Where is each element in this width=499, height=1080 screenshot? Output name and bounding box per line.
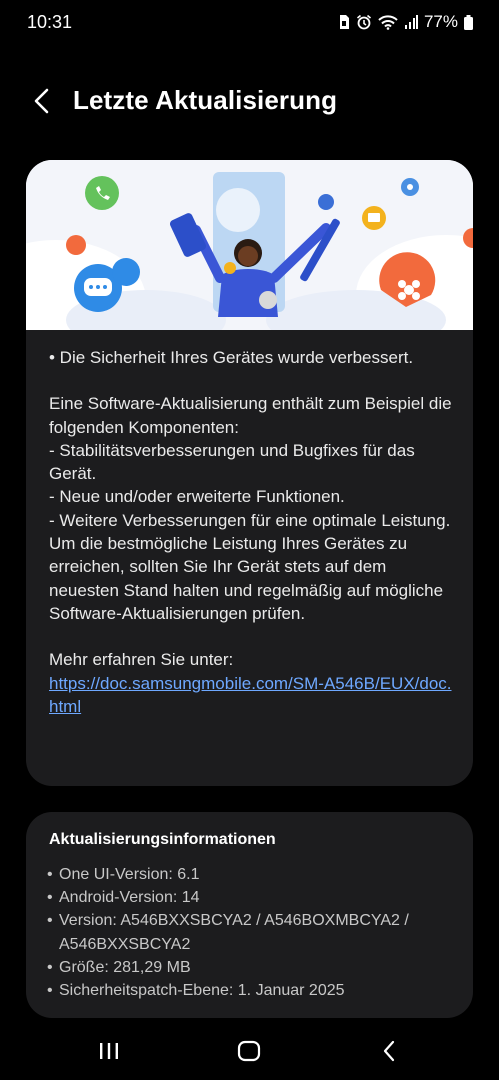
one-ui-version: One UI-Version: 6.1 <box>47 863 457 886</box>
back-arrow-icon <box>34 88 49 114</box>
recommendation-text: Um die bestmögliche Leistung Ihres Gerät… <box>49 534 444 623</box>
status-icons: 77% <box>338 12 473 32</box>
back-icon <box>383 1040 395 1062</box>
build-version: Version: A546BXXSBCYA2 / A546BOXMBCYA2 /… <box>47 909 457 955</box>
home-button[interactable] <box>229 1034 269 1068</box>
update-size: Größe: 281,29 MB <box>47 956 457 979</box>
documentation-link[interactable]: https://doc.samsungmobile.com/SM-A546B/E… <box>49 672 459 719</box>
component-item: - Weitere Verbesserungen für eine optima… <box>49 510 451 530</box>
security-patch-level: Sicherheitspatch-Ebene: 1. Januar 2025 <box>47 979 457 1002</box>
component-item: - Neue und/oder erweiterte Funktionen. <box>49 487 345 507</box>
recents-button[interactable] <box>89 1034 129 1068</box>
nav-back-button[interactable] <box>369 1034 409 1068</box>
status-bar: 10:31 77% <box>0 0 499 46</box>
battery-percent: 77% <box>423 12 458 31</box>
app-bar: Letzte Aktualisierung <box>0 78 499 126</box>
battery-icon <box>464 14 473 30</box>
components-intro: Eine Software-Aktualisierung enthält zum… <box>49 394 452 437</box>
home-icon <box>237 1040 261 1062</box>
release-notes-card: • Die Sicherheit Ihres Gerätes wurde ver… <box>26 160 473 786</box>
android-version: Android-Version: 14 <box>47 886 457 909</box>
back-button[interactable] <box>24 84 58 118</box>
update-info-card: Aktualisierungsinformationen One UI-Vers… <box>26 812 473 1018</box>
status-time: 10:31 <box>27 12 73 32</box>
component-item: - Stabilitätsverbesserungen und Bugfixes… <box>49 440 415 484</box>
recents-icon <box>100 1043 118 1059</box>
page-title: Letzte Aktualisierung <box>73 85 338 115</box>
release-notes-text: • Die Sicherheit Ihres Gerätes wurde ver… <box>49 346 459 718</box>
signal-icon <box>404 15 418 29</box>
update-info-list: One UI-Version: 6.1 Android-Version: 14 … <box>47 863 457 1002</box>
security-note: • Die Sicherheit Ihres Gerätes wurde ver… <box>49 348 414 367</box>
navigation-bar <box>0 1020 499 1080</box>
update-info-title: Aktualisierungsinformationen <box>49 831 276 848</box>
more-info-label: Mehr erfahren Sie unter: <box>49 650 234 670</box>
alarm-icon <box>356 14 372 30</box>
update-illustration <box>26 160 473 330</box>
sim-icon <box>338 14 350 30</box>
wifi-icon <box>378 14 398 30</box>
